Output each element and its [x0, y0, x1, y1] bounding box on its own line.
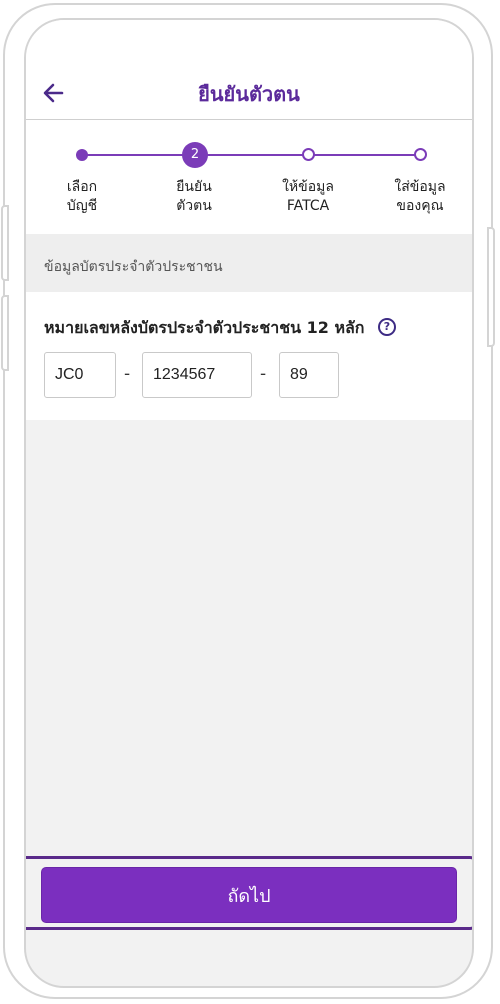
question-circle-icon[interactable]: ?: [378, 318, 396, 336]
app-screen: ยืนยันตัวตน 2 เลือก บัญชี ยืนยัน ตัวตน ใ…: [24, 18, 474, 988]
separator-dash: -: [124, 364, 131, 384]
id-card-form: หมายเลขหลังบัตรประจำตัวประชาชน 12 หลัก ?…: [26, 292, 472, 420]
laser-id-label: หมายเลขหลังบัตรประจำตัวประชาชน 12 หลัก: [44, 318, 365, 337]
laser-id-part2-input[interactable]: [142, 352, 252, 398]
volume-down-button: [1, 295, 9, 371]
section-header: ข้อมูลบัตรประจำตัวประชาชน: [26, 234, 472, 292]
laser-id-part1-input[interactable]: [44, 352, 116, 398]
step-1-dot: [76, 149, 88, 161]
step-2-dot: 2: [182, 142, 208, 168]
step-3-dot: [302, 148, 315, 161]
power-button: [487, 227, 495, 347]
laser-id-part3-input[interactable]: [279, 352, 339, 398]
stepper-line-done: [82, 154, 194, 156]
page-title: ยืนยันตัวตน: [198, 82, 300, 106]
step-3-label: ให้ข้อมูล FATCA: [282, 179, 334, 214]
section-title: ข้อมูลบัตรประจำตัวประชาชน: [44, 259, 223, 275]
volume-up-button: [1, 205, 9, 281]
step-2-label: ยืนยัน ตัวตน: [176, 179, 212, 214]
step-1-label: เลือก บัญชี: [66, 179, 98, 214]
step-4-dot: [414, 148, 427, 161]
app-header: ยืนยันตัวตน: [26, 20, 472, 120]
progress-stepper: 2 เลือก บัญชี ยืนยัน ตัวตน ให้ข้อมูล FAT…: [26, 120, 472, 234]
next-button[interactable]: ถัดไป: [42, 868, 456, 922]
step-4-label: ใส่ข้อมูล ของคุณ: [394, 179, 446, 214]
separator-dash: -: [260, 364, 267, 384]
